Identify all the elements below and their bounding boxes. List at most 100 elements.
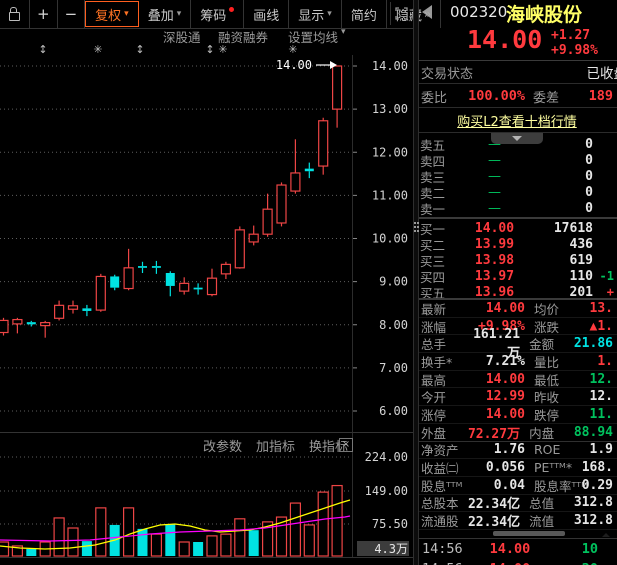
- volume-bar: [221, 534, 231, 556]
- sell-volume: 0: [535, 185, 593, 200]
- trade-row: 14:5614.0020: [417, 559, 617, 565]
- stat-row: 外盘72.27万内盘88.94: [417, 424, 617, 442]
- book-collapse-tab[interactable]: [491, 133, 543, 144]
- divider-grip: [417, 222, 419, 224]
- volume-bar: [96, 508, 106, 556]
- toolbar-button-叠加[interactable]: 叠加▾: [139, 0, 192, 28]
- tick-trade-list[interactable]: 14:5614.001014:5614.0020: [417, 539, 617, 565]
- stat-value: 12.: [581, 372, 613, 387]
- volume-bar: [290, 503, 300, 556]
- candle: [152, 266, 161, 268]
- volume-bar: [151, 534, 161, 556]
- stat-label: 涨停: [421, 405, 463, 424]
- toolbar-button-显示[interactable]: 显示▾: [289, 0, 342, 28]
- fullscreen-button[interactable]: [390, 2, 411, 25]
- volume-bar: [179, 542, 189, 556]
- toolbar-button-筹码[interactable]: 筹码: [191, 0, 244, 28]
- stat-label: 最新: [421, 299, 463, 318]
- trade-row: 14:5614.0010: [417, 539, 617, 559]
- volume-bar: [165, 524, 175, 556]
- stat-label: 昨收: [534, 387, 581, 406]
- candle: [82, 308, 91, 311]
- price-axis-label: 8.00: [379, 318, 408, 332]
- stat-value: 88.94: [574, 425, 613, 440]
- stat-value: 0.29: [581, 478, 613, 493]
- trade-price: 14.00: [474, 561, 546, 565]
- price-axis-label: 10.00: [372, 232, 408, 246]
- scroll-up-icon: [602, 533, 610, 537]
- stats-panel: 最新14.00均价13.涨幅+9.98%涨跌▲1.总手161.21万金额21.8…: [417, 300, 617, 530]
- volume-bar: [0, 542, 9, 556]
- buy-l2-link[interactable]: 购买L2查看十档行情: [457, 111, 577, 130]
- toolbar-button-简约[interactable]: 简约: [342, 0, 387, 28]
- stat-value: 14.00: [463, 372, 525, 387]
- trading-status-row: 交易状态 已收盘: [417, 61, 617, 84]
- lock-button[interactable]: [0, 0, 30, 28]
- stat-label: PEᵀᵀᴹ*: [534, 460, 581, 475]
- stat-label: 总值: [529, 493, 574, 512]
- buy-extra: +: [593, 285, 614, 299]
- stock-app-window: 14.0013.0012.0011.0010.009.008.007.006.0…: [0, 0, 617, 565]
- stat-label: 收益㈡: [421, 458, 463, 477]
- candle: [180, 283, 189, 291]
- sell-volume: 0: [535, 137, 593, 152]
- sell-row[interactable]: 卖一—0: [417, 200, 617, 216]
- stat-label: 涨幅: [421, 317, 463, 336]
- stat-value: 72.27万: [461, 423, 520, 442]
- candle: [221, 264, 230, 273]
- stat-row: 涨停14.00跌停11.: [417, 406, 617, 424]
- candlestick-chart[interactable]: 14.0013.0012.0011.0010.009.008.007.006.0…: [0, 0, 413, 565]
- pane-divider[interactable]: [413, 0, 419, 565]
- trading-status-label: 交易状态: [421, 63, 473, 82]
- buy-volume: 17618: [535, 221, 593, 236]
- stat-row: 股息ᵀᵀᴹ0.04股息率ᵀᵀᴹ0.29: [417, 477, 617, 495]
- stat-value: 21.86: [574, 336, 613, 351]
- zoom-out-button[interactable]: −: [58, 0, 86, 28]
- sell-price: —: [454, 201, 535, 216]
- indicator-button-加指标[interactable]: 加指标: [256, 436, 295, 455]
- price-change-pct: +9.98%: [551, 43, 598, 58]
- toolbar-buttons: 复权▾叠加▾筹码画线显示▾简约隐藏»: [85, 0, 441, 28]
- candle: [96, 276, 105, 310]
- indicator-button-改参数[interactable]: 改参数: [203, 436, 242, 455]
- double-arrow-icon: »: [424, 7, 431, 21]
- toolbar-button-label: 筹码: [200, 5, 226, 24]
- stat-label: 最低: [534, 370, 581, 389]
- subbar-item-设置均线[interactable]: 设置均线▾: [288, 27, 338, 46]
- subbar-item-融资融券[interactable]: 融资融券: [218, 27, 268, 46]
- price-axis-label: 9.00: [379, 275, 408, 289]
- volume-bar: [249, 530, 259, 556]
- weicha-label: 委差: [533, 87, 567, 106]
- candle: [69, 306, 78, 309]
- last-price: 14.00: [467, 25, 542, 54]
- stat-value: 1.76: [463, 442, 525, 457]
- candle: [138, 266, 147, 268]
- zoom-in-button[interactable]: +: [30, 0, 58, 28]
- candle: [124, 268, 133, 289]
- volume-axis-label: 149.00: [365, 484, 408, 498]
- sell-volume: 0: [535, 201, 593, 216]
- quote-header: 002320 海峡股份 14.00 +1.27 +9.98%: [417, 0, 617, 61]
- stat-value: 312.8: [574, 513, 613, 528]
- annotation-label: 14.00: [276, 58, 312, 72]
- candle: [0, 320, 8, 332]
- chevron-down-icon: [512, 136, 522, 141]
- volume-bar: [193, 542, 203, 556]
- indicator-close-button[interactable]: ×: [339, 438, 353, 452]
- toolbar-button-复权[interactable]: 复权▾: [85, 1, 139, 27]
- trade-volume: 10: [546, 541, 598, 557]
- price-axis-label: 12.00: [372, 145, 408, 159]
- stat-label: 量比: [534, 352, 581, 371]
- subbar-item-深股通[interactable]: 深股通: [163, 27, 201, 46]
- stat-label: 总股本: [421, 493, 461, 512]
- stat-label: 总手: [421, 334, 461, 353]
- candle: [249, 234, 258, 242]
- toolbar-button-画线[interactable]: 画线: [244, 0, 289, 28]
- volume-cursor-label: 4.3万: [374, 542, 408, 556]
- trade-time: 14:56: [422, 561, 474, 565]
- updown-marker-icon: ↕: [38, 43, 47, 56]
- lock-icon: [9, 12, 20, 21]
- divider-grip: [414, 222, 416, 224]
- scrollbar-handle[interactable]: [493, 531, 565, 536]
- volume-bar: [68, 528, 78, 556]
